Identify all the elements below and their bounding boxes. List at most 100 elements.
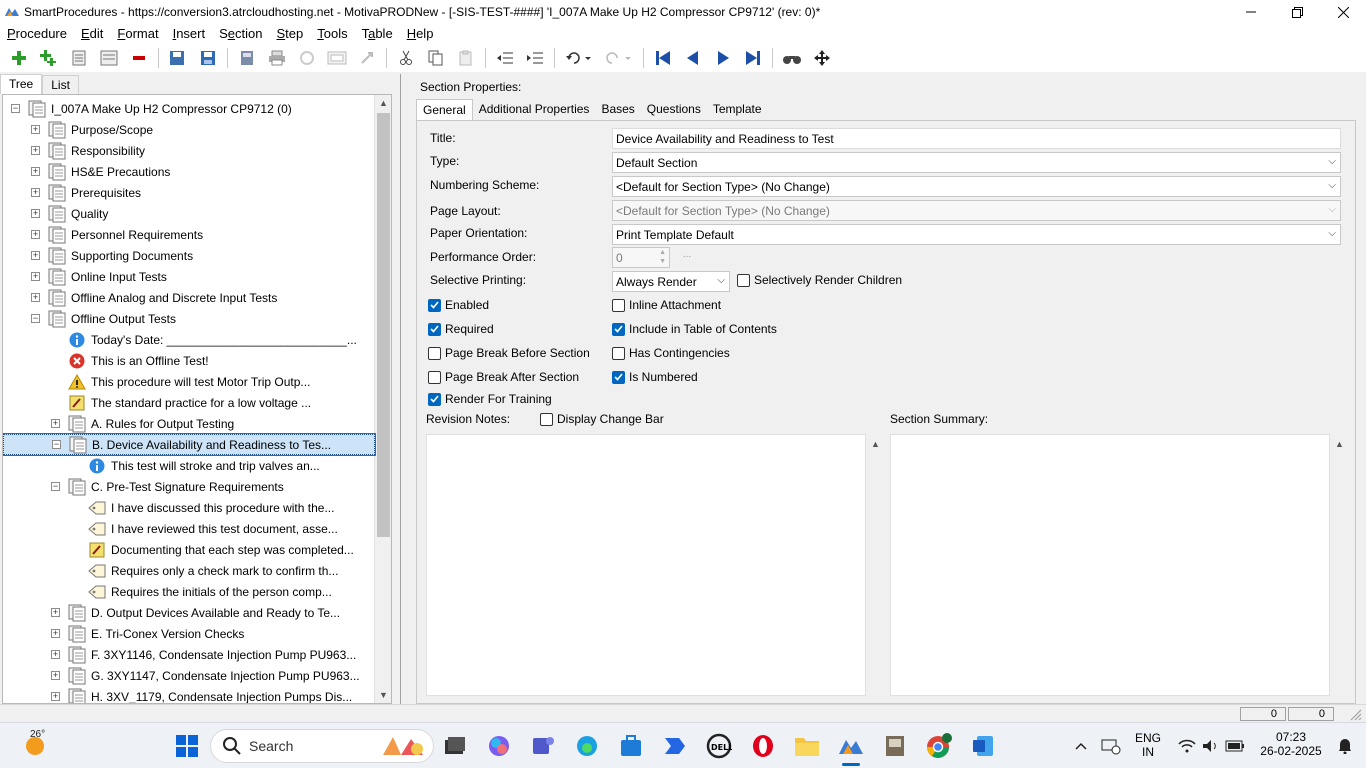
tree-item[interactable]: + H. 3XV_1179, Condensate Injection Pumps…	[3, 686, 375, 703]
taskbar-app-dell[interactable]: DELL	[704, 731, 734, 761]
tree-item[interactable]: + F. 3XY1146, Condensate Injection Pump P…	[3, 644, 375, 665]
checkbox-selectively-render-children[interactable]: Selectively Render Children	[737, 273, 902, 287]
expand-icon[interactable]: +	[31, 293, 40, 302]
taskbar-app-explorer[interactable]	[792, 731, 822, 761]
checkmark-icon[interactable]	[428, 322, 441, 336]
taskbar-app-remote[interactable]	[880, 731, 910, 761]
selective-printing-select[interactable]: Always Render ⌵	[612, 271, 730, 292]
title-input[interactable]: Device Availability and Readiness to Tes…	[612, 128, 1341, 149]
tree-item[interactable]: This procedure will test Motor Trip Outp…	[3, 371, 375, 392]
tab-general[interactable]: General	[416, 99, 473, 120]
tree-scrollbar[interactable]: ▲ ▼	[374, 95, 391, 703]
tree-item[interactable]: + Offline Analog and Discrete Input Tests	[3, 287, 375, 308]
tree-item[interactable]: + Purpose/Scope	[3, 119, 375, 140]
view-button[interactable]	[325, 46, 349, 70]
link-button[interactable]	[355, 46, 379, 70]
refresh-button[interactable]	[295, 46, 319, 70]
tree-item[interactable]: + Quality	[3, 203, 375, 224]
taskbar-app-chrome[interactable]	[924, 731, 954, 761]
menu-procedure[interactable]: Procedure	[0, 25, 74, 43]
expand-icon[interactable]: +	[51, 608, 60, 617]
cut-button[interactable]	[394, 46, 418, 70]
tab-questions[interactable]: Questions	[641, 99, 707, 120]
checkbox-is-numbered[interactable]: Is Numbered	[612, 370, 698, 384]
paper-orientation-select[interactable]: Print Template Default ⌵	[612, 224, 1341, 245]
tree-item[interactable]: + G. 3XY1147, Condensate Injection Pump P…	[3, 665, 375, 686]
network-status-button[interactable]	[1096, 731, 1126, 761]
taskbar-app-smartprocedures[interactable]	[836, 731, 866, 761]
expand-icon[interactable]: +	[31, 167, 40, 176]
tree-item[interactable]: This test will stroke and trip valves an…	[3, 455, 375, 476]
menu-edit[interactable]: Edit	[74, 25, 110, 43]
scroll-up-icon[interactable]: ▲	[1335, 439, 1344, 449]
expand-icon[interactable]: +	[31, 146, 40, 155]
checkbox-empty-icon[interactable]	[428, 346, 441, 360]
expand-icon[interactable]: +	[31, 125, 40, 134]
close-button[interactable]	[1320, 0, 1366, 24]
first-button[interactable]	[651, 46, 675, 70]
last-button[interactable]	[741, 46, 765, 70]
tree-item[interactable]: I have reviewed this test document, asse…	[3, 518, 375, 539]
menu-insert[interactable]: Insert	[166, 25, 213, 43]
menu-tools[interactable]: Tools	[310, 25, 354, 43]
checkbox-display-change-bar[interactable]: Display Change Bar	[540, 412, 664, 426]
section-summary-scrollbar[interactable]: ▲	[1332, 435, 1349, 695]
tab-tree[interactable]: Tree	[0, 74, 43, 94]
tree-item[interactable]: Today's Date: __________________________…	[3, 329, 375, 350]
taskbar-app-powerautomate[interactable]	[660, 731, 690, 761]
previous-button[interactable]	[681, 46, 705, 70]
checkmark-icon[interactable]	[428, 298, 441, 312]
checkbox-has-contingencies[interactable]: Has Contingencies	[612, 346, 730, 360]
checkbox-empty-icon[interactable]	[428, 370, 441, 384]
taskbar-search[interactable]: Search	[210, 729, 434, 763]
section-summary-textarea[interactable]: ▲	[890, 434, 1344, 696]
numbering-scheme-select[interactable]: <Default for Section Type> (No Change) ⌵	[612, 176, 1341, 197]
copy-button[interactable]	[424, 46, 448, 70]
minimize-button[interactable]	[1228, 0, 1274, 24]
tab-template[interactable]: Template	[707, 99, 768, 120]
checkbox-page-break-after-section[interactable]: Page Break After Section	[428, 370, 579, 384]
tab-list[interactable]: List	[42, 75, 79, 94]
checkbox-inline-attachment[interactable]: Inline Attachment	[612, 298, 721, 312]
checkbox-empty-icon[interactable]	[540, 412, 553, 426]
tree-item-selected[interactable]: − B. Device Availability and Readiness to…	[3, 433, 376, 456]
tree-item[interactable]: + Supporting Documents	[3, 245, 375, 266]
expand-icon[interactable]: +	[31, 251, 40, 260]
menu-format[interactable]: Format	[110, 25, 165, 43]
taskbar-app-teams[interactable]	[528, 731, 558, 761]
tree-item[interactable]: − I_007A Make Up H2 Compressor CP9712 (0)	[3, 98, 375, 119]
start-button[interactable]	[172, 731, 202, 761]
tree-item[interactable]: Requires the initials of the person comp…	[3, 581, 375, 602]
tree-item[interactable]: − C. Pre-Test Signature Requirements	[3, 476, 375, 497]
taskbar-app-copilot[interactable]	[484, 731, 514, 761]
collapse-icon[interactable]: −	[51, 482, 60, 491]
expand-icon[interactable]: +	[31, 188, 40, 197]
menu-section[interactable]: Section	[212, 25, 269, 43]
find-button[interactable]	[780, 46, 804, 70]
redo-button[interactable]	[602, 46, 636, 70]
add-button[interactable]	[7, 46, 31, 70]
checkmark-icon[interactable]	[612, 322, 625, 336]
collapse-icon[interactable]: −	[52, 440, 61, 449]
taskbar-app-opera[interactable]	[748, 731, 778, 761]
type-select[interactable]: Default Section ⌵	[612, 152, 1341, 173]
show-hidden-icons-button[interactable]	[1066, 731, 1096, 761]
menu-step[interactable]: Step	[269, 25, 310, 43]
checkbox-empty-icon[interactable]	[737, 273, 750, 287]
checkbox-page-break-before-section[interactable]: Page Break Before Section	[428, 346, 590, 360]
expand-icon[interactable]: +	[31, 209, 40, 218]
tree-item[interactable]: I have discussed this procedure with the…	[3, 497, 375, 518]
checkbox-required[interactable]: Required	[428, 322, 494, 336]
expand-icon[interactable]: +	[51, 692, 60, 701]
checkbox-empty-icon[interactable]	[612, 346, 625, 360]
tree-item[interactable]: Requires only a check mark to confirm th…	[3, 560, 375, 581]
scroll-up-icon[interactable]: ▲	[375, 95, 391, 111]
restore-button[interactable]	[1274, 0, 1320, 24]
tree-item[interactable]: + Prerequisites	[3, 182, 375, 203]
expand-icon[interactable]: +	[51, 650, 60, 659]
checkmark-icon[interactable]	[428, 392, 441, 406]
tree-item[interactable]: − Offline Output Tests	[3, 308, 375, 329]
expand-icon[interactable]: +	[51, 419, 60, 428]
save-button[interactable]	[196, 46, 220, 70]
tab-bases[interactable]: Bases	[595, 99, 640, 120]
